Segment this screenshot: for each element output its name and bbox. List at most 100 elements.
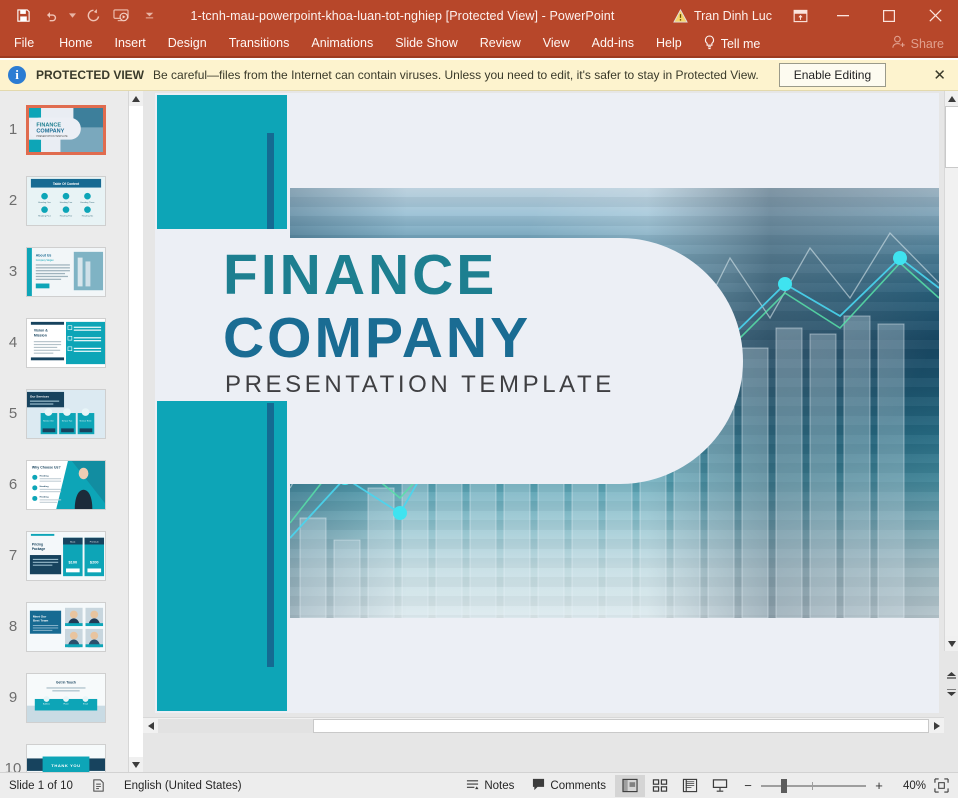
svg-text:Get In Touch: Get In Touch bbox=[56, 680, 76, 684]
thumbnail-scroll-up-icon[interactable] bbox=[129, 91, 143, 106]
svg-text:Package: Package bbox=[32, 547, 46, 551]
zoom-slider-thumb[interactable] bbox=[781, 779, 787, 793]
slide-vertical-scrollbar[interactable] bbox=[944, 91, 958, 651]
horizontal-scroll-track[interactable] bbox=[158, 719, 313, 733]
comments-label: Comments bbox=[550, 780, 606, 792]
svg-text:Service Three: Service Three bbox=[79, 419, 91, 422]
slide-thumbnail-10[interactable]: 10 THANK YOU bbox=[0, 736, 128, 772]
svg-text:Heading: Heading bbox=[40, 485, 49, 487]
slide-thumbnail-image: Our Services Service OneService TwoServi… bbox=[26, 389, 106, 439]
tab-file[interactable]: File bbox=[0, 30, 48, 57]
zoom-out-button[interactable]: − bbox=[741, 778, 755, 793]
slide-thumbnail-6[interactable]: 6 Why Choose Us? HeadingHeadingHeading bbox=[0, 452, 128, 517]
zoom-in-button[interactable]: + bbox=[872, 778, 886, 793]
account-info[interactable]: Tran Dinh Luc bbox=[673, 9, 780, 23]
slide-thumbnail-2[interactable]: 2 Table Of Content Heading OneHeading Tw… bbox=[0, 168, 128, 233]
tab-transitions[interactable]: Transitions bbox=[218, 30, 301, 57]
slide-counter[interactable]: Slide 1 of 10 bbox=[0, 773, 82, 798]
fit-slide-to-window-button[interactable] bbox=[932, 778, 958, 793]
svg-text:COMPANY: COMPANY bbox=[36, 128, 64, 134]
tab-animations[interactable]: Animations bbox=[300, 30, 384, 57]
share-button[interactable]: Share bbox=[892, 35, 958, 52]
normal-view-button[interactable] bbox=[615, 775, 645, 797]
slide-thumbnail-9[interactable]: 9 Get In Touch AddressPhoneEmail bbox=[0, 665, 128, 730]
slide-title[interactable]: FINANCE COMPANY bbox=[223, 247, 531, 367]
next-slide-icon[interactable] bbox=[944, 684, 958, 701]
slide-sorter-view-button[interactable] bbox=[645, 775, 675, 797]
scroll-up-icon[interactable] bbox=[945, 91, 958, 106]
ribbon-display-options-icon[interactable] bbox=[780, 0, 820, 31]
thumbnail-scroll-track[interactable] bbox=[129, 106, 143, 757]
slide-thumbnail-4[interactable]: 4 Vision & Mission bbox=[0, 310, 128, 375]
accent-line-top bbox=[267, 133, 274, 229]
enable-editing-button[interactable]: Enable Editing bbox=[779, 63, 886, 87]
slide-thumbnail-1[interactable]: 1 FINANCE COMPANY PRESENTATION TEMPLATE bbox=[0, 97, 128, 162]
horizontal-scroll-thumb[interactable] bbox=[313, 719, 929, 733]
slide-title-line2: COMPANY bbox=[223, 310, 531, 367]
slide-thumbnail-3[interactable]: 3 About Us Company Slogan bbox=[0, 239, 128, 304]
comments-button[interactable]: Comments bbox=[523, 773, 615, 798]
tab-slide-show[interactable]: Slide Show bbox=[384, 30, 469, 57]
minimize-button[interactable] bbox=[820, 0, 866, 31]
share-person-icon bbox=[892, 35, 906, 52]
undo-icon[interactable] bbox=[38, 4, 64, 28]
svg-text:Heading Two: Heading Two bbox=[60, 201, 73, 203]
close-button[interactable] bbox=[912, 0, 958, 31]
previous-slide-icon[interactable] bbox=[944, 667, 958, 684]
save-icon[interactable] bbox=[10, 4, 36, 28]
window-controls bbox=[820, 0, 958, 31]
zoom-percentage[interactable]: 40% bbox=[892, 780, 926, 792]
svg-text:About Us: About Us bbox=[36, 253, 52, 257]
close-protected-view-icon[interactable]: ✕ bbox=[933, 68, 946, 83]
thumbnail-pane-scrollbar[interactable] bbox=[128, 91, 142, 772]
start-from-beginning-icon[interactable] bbox=[108, 4, 134, 28]
notes-button[interactable]: Notes bbox=[457, 773, 523, 798]
svg-text:Pricing: Pricing bbox=[32, 542, 43, 546]
tell-me-box[interactable]: Tell me bbox=[693, 35, 761, 53]
slide-thumbnail-image: Pricing Package BasicPremium $100 $200 bbox=[26, 531, 106, 581]
slide-navigation-buttons bbox=[944, 667, 958, 701]
vertical-scroll-thumb[interactable] bbox=[945, 106, 958, 168]
tab-home[interactable]: Home bbox=[48, 30, 103, 57]
reading-view-button[interactable] bbox=[675, 775, 705, 797]
slide-number: 8 bbox=[0, 618, 26, 635]
slide-editing-area: FINANCE COMPANY PRESENTATION TEMPLATE bbox=[143, 91, 958, 772]
slide-show-button[interactable] bbox=[705, 775, 735, 797]
maximize-button[interactable] bbox=[866, 0, 912, 31]
scroll-left-icon[interactable] bbox=[143, 718, 158, 734]
svg-text:Heading: Heading bbox=[40, 496, 49, 498]
zoom-slider[interactable] bbox=[761, 779, 866, 793]
slide-thumbnail-pane[interactable]: 1 FINANCE COMPANY PRESENTATION TEMPLATE bbox=[0, 91, 128, 772]
thumbnail-scroll-down-icon[interactable] bbox=[129, 757, 143, 772]
tab-review[interactable]: Review bbox=[469, 30, 532, 57]
slide-number: 4 bbox=[0, 334, 26, 351]
accessibility-checker-icon[interactable] bbox=[82, 773, 115, 798]
language-indicator[interactable]: English (United States) bbox=[115, 773, 251, 798]
redo-icon[interactable] bbox=[80, 4, 106, 28]
current-slide[interactable]: FINANCE COMPANY PRESENTATION TEMPLATE bbox=[155, 93, 939, 713]
slide-thumbnail-7[interactable]: 7 Pricing Package BasicPr bbox=[0, 523, 128, 588]
customize-quick-access-toolbar-icon[interactable] bbox=[136, 4, 162, 28]
slide-thumbnail-8[interactable]: 8 Meet Our Best Team bbox=[0, 594, 128, 659]
svg-text:Heading Five: Heading Five bbox=[60, 215, 73, 217]
share-label: Share bbox=[911, 37, 944, 51]
slide-thumbnail-5[interactable]: 5 Our Services Ser bbox=[0, 381, 128, 446]
tab-view[interactable]: View bbox=[532, 30, 581, 57]
vertical-scroll-track[interactable] bbox=[945, 168, 958, 636]
status-bar: Slide 1 of 10 English (United States) No… bbox=[0, 772, 958, 798]
slide-horizontal-scrollbar[interactable] bbox=[143, 717, 944, 733]
scroll-right-icon[interactable] bbox=[929, 718, 944, 734]
tab-insert[interactable]: Insert bbox=[104, 30, 157, 57]
svg-text:Heading: Heading bbox=[40, 475, 49, 477]
slide-number: 10 bbox=[0, 760, 26, 772]
protected-view-label: PROTECTED VIEW bbox=[36, 68, 144, 82]
tab-design[interactable]: Design bbox=[157, 30, 218, 57]
info-icon: i bbox=[8, 66, 26, 84]
tab-help[interactable]: Help bbox=[645, 30, 693, 57]
undo-dropdown-icon[interactable] bbox=[66, 13, 78, 18]
tab-add-ins[interactable]: Add-ins bbox=[581, 30, 645, 57]
slide-subtitle[interactable]: PRESENTATION TEMPLATE bbox=[225, 371, 615, 399]
scroll-down-icon[interactable] bbox=[945, 636, 958, 651]
svg-text:Heading One: Heading One bbox=[38, 201, 51, 203]
slide-thumbnail-image: THANK YOU bbox=[26, 744, 106, 773]
